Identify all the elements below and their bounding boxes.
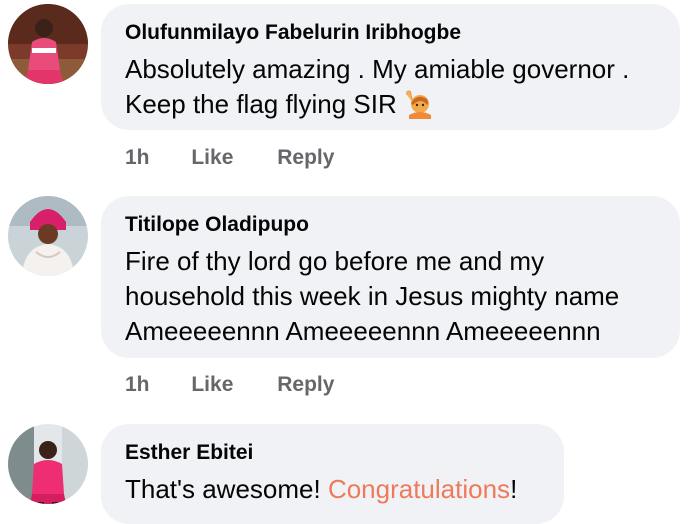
reply-button[interactable]: Reply	[277, 146, 334, 170]
comment-text-line: Keep the flag flying SIR	[125, 87, 658, 128]
like-button[interactable]: Like	[191, 373, 233, 397]
comment-actions: 1h Like Reply	[125, 146, 334, 170]
comment-actions: 1h Like Reply	[125, 373, 334, 397]
comment-text-segment: Keep the flag flying SIR	[125, 89, 397, 119]
comment-text: Fire of thy lord go before me and my hou…	[125, 244, 658, 349]
comment-author[interactable]: Esther Ebitei	[125, 440, 542, 466]
comment-timestamp[interactable]: 1h	[125, 373, 150, 397]
avatar[interactable]	[8, 424, 88, 504]
comment-text-line: That's awesome! Congratulations!	[125, 472, 542, 507]
comment-text: Absolutely amazing . My amiable governor…	[125, 52, 658, 128]
avatar[interactable]	[8, 4, 88, 84]
comment-bubble: Olufunmilayo Fabelurin Iribhogbe Absolut…	[101, 4, 680, 130]
raising-hand-icon	[403, 89, 433, 128]
comment-author[interactable]: Olufunmilayo Fabelurin Iribhogbe	[125, 20, 658, 46]
comment-bubble: Esther Ebitei That's awesome! Congratula…	[101, 424, 564, 524]
comment-text-segment: That's awesome!	[125, 474, 328, 504]
reply-button[interactable]: Reply	[277, 373, 334, 397]
comment-text: That's awesome! Congratulations!	[125, 472, 542, 507]
avatar[interactable]	[8, 196, 88, 276]
highlighted-word[interactable]: Congratulations	[328, 474, 510, 504]
comment-bubble: Titilope Oladipupo Fire of thy lord go b…	[101, 196, 680, 358]
comment-author[interactable]: Titilope Oladipupo	[125, 212, 658, 238]
comment-text-segment: !	[510, 474, 518, 504]
comment-text-line: Ameeeeennn Ameeeeennn Ameeeeennn	[125, 316, 601, 346]
comment-timestamp[interactable]: 1h	[125, 146, 150, 170]
like-button[interactable]: Like	[191, 146, 233, 170]
comment-text-line: Absolutely amazing . My amiable governor…	[125, 54, 630, 84]
comment-text-line: Fire of thy lord go before me and my	[125, 246, 545, 276]
comment-text-line: household this week in Jesus mighty name	[125, 281, 620, 311]
